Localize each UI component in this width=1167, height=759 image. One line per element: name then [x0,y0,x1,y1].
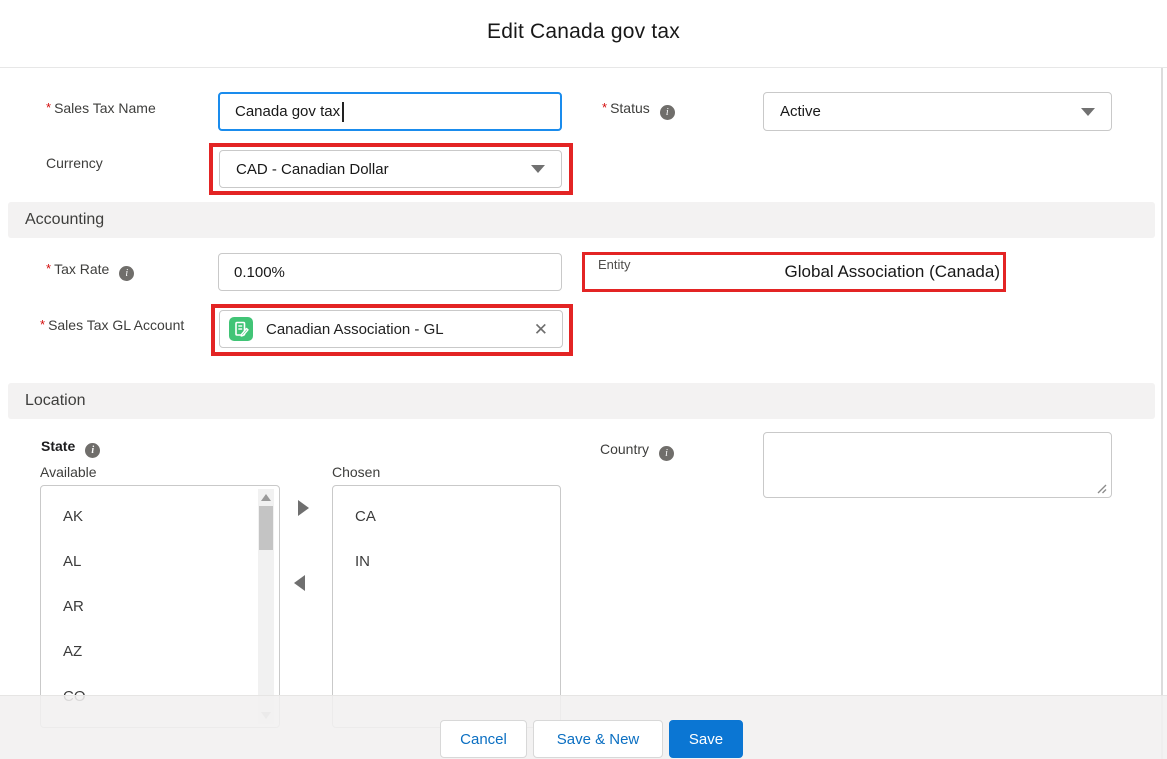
chevron-down-icon [1081,108,1095,116]
gl-account-value: Canadian Association - GL [266,321,534,338]
text-cursor [342,102,344,122]
required-asterisk: * [46,100,51,115]
move-to-available-button[interactable] [294,575,305,591]
gl-account-pill[interactable]: Canadian Association - GL [219,310,563,348]
required-asterisk: * [40,317,45,332]
chevron-down-icon [531,165,545,173]
close-icon[interactable] [534,321,548,338]
tax-rate-input[interactable]: 0.100% [218,253,562,291]
info-icon[interactable] [660,105,675,120]
scroll-up-icon[interactable] [261,494,271,501]
list-item[interactable]: AK [41,494,279,539]
dialog-title: Edit Canada gov tax [0,20,1167,44]
currency-select[interactable]: CAD - Canadian Dollar [219,150,562,188]
sales-tax-name-input[interactable]: Canada gov tax [218,92,562,131]
section-location: Location [8,383,1155,419]
required-asterisk: * [602,100,607,115]
chosen-options: CA IN [333,486,560,584]
available-label: Available [40,464,97,480]
status-label: *Status [602,100,675,120]
scrollbar[interactable] [258,489,274,724]
state-chosen-listbox[interactable]: CA IN [332,485,561,728]
section-accounting: Accounting [8,202,1155,238]
tax-rate-value: 0.100% [234,264,285,281]
header-divider [0,67,1167,68]
state-label: State [41,438,100,458]
info-icon[interactable] [85,443,100,458]
status-select[interactable]: Active [763,92,1112,131]
required-asterisk: * [46,261,51,276]
country-textarea[interactable] [763,432,1112,498]
list-item[interactable]: AZ [41,629,279,674]
available-options: AK AL AR AZ CO [41,486,279,719]
gl-account-label: *Sales Tax GL Account [40,314,190,337]
list-item[interactable]: CA [333,494,560,539]
info-icon[interactable] [119,266,134,281]
dialog-footer: Cancel Save & New Save [0,695,1167,759]
state-available-listbox[interactable]: AK AL AR AZ CO [40,485,280,728]
entity-value: Global Association (Canada) [785,262,1003,282]
tax-rate-label: *Tax Rate [46,261,134,281]
currency-label: Currency [46,155,103,171]
save-and-new-button[interactable]: Save & New [533,720,663,758]
save-button[interactable]: Save [669,720,743,758]
list-item[interactable]: AL [41,539,279,584]
country-label: Country [600,441,674,461]
info-icon[interactable] [659,446,674,461]
scrollbar-thumb[interactable] [259,506,273,550]
sales-tax-name-label: *Sales Tax Name [46,100,156,116]
dialog-right-border [1161,68,1163,759]
resize-handle-icon[interactable] [1095,482,1107,494]
chosen-label: Chosen [332,464,380,480]
entity-field: Entity Global Association (Canada) [585,255,1003,289]
edit-sales-tax-dialog: Edit Canada gov tax *Sales Tax Name Cana… [0,0,1167,759]
entity-label: Entity [585,255,631,272]
sales-tax-name-value: Canada gov tax [235,103,340,120]
list-item[interactable]: AR [41,584,279,629]
list-item[interactable]: IN [333,539,560,584]
gl-account-icon [229,317,253,341]
status-selected-value: Active [780,103,821,120]
currency-selected-value: CAD - Canadian Dollar [236,161,389,178]
cancel-button[interactable]: Cancel [440,720,527,758]
move-to-chosen-button[interactable] [298,500,309,516]
